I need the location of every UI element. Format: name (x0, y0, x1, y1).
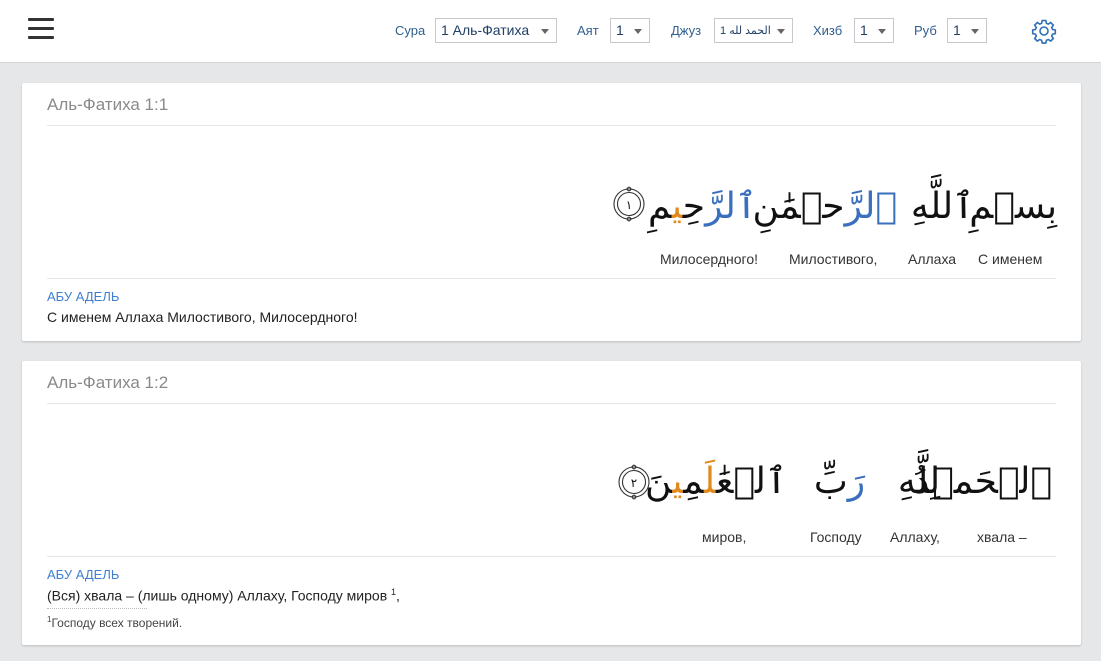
chevron-down-icon (971, 29, 979, 34)
ayah-number: ٢ (631, 476, 637, 490)
arabic-word: ٱللَّهِ (910, 186, 975, 227)
word-alhamdu[interactable]: ٱلۡحَمۡدُ (913, 460, 1052, 504)
word-rabbi[interactable]: رَبِّ (802, 460, 877, 504)
word-allah[interactable]: ٱللَّهِ (910, 185, 975, 229)
ayah-end-icon: ٢ (618, 464, 650, 500)
rub-label: Руб (914, 23, 937, 38)
word-rahim[interactable]: ٱلرَّحِيمِ (647, 185, 757, 229)
arabic-word: ٱلرَّحۡمَٰنِ (752, 186, 897, 227)
surah-label: Сура (395, 23, 426, 38)
verse-card: Аль-Фатиха 1:2 ٱلۡحَمۡدُ хвала – لِلَّهِ… (22, 361, 1081, 645)
ayah-select-value: 1 (616, 22, 624, 38)
translation-body: (Вся) хвала – (лишь одному) Аллаху, Госп… (47, 587, 388, 604)
footnote: 1Господу всех творений. (47, 615, 182, 630)
top-bar: Сура 1 Аль-Фатиха Аят 1 Джуз 1 الحمد لله… (0, 0, 1101, 63)
word-lillahi[interactable]: لِلَّهِ (889, 460, 949, 504)
gear-icon[interactable] (1031, 18, 1057, 44)
word-translation: Аллаха (908, 251, 957, 267)
juz-label: Джуз (671, 23, 702, 38)
ayah-select[interactable]: 1 (610, 18, 650, 43)
chevron-down-icon (777, 29, 785, 34)
translation-tail: , (396, 587, 400, 604)
translation-text: (Вся) хвала – (лишь одному) Аллаху, Госп… (47, 587, 400, 604)
word-translation: Милосердного! (660, 251, 759, 267)
translator-link[interactable]: Абу Адель (47, 289, 119, 304)
word-translation: Аллаху, (890, 529, 940, 545)
divider (47, 556, 1056, 557)
chevron-down-icon (634, 29, 642, 34)
ayah-label: Аят (577, 23, 599, 38)
ayah-number: ١ (626, 198, 632, 212)
arabic-word: رَبِّ (813, 461, 866, 502)
scrollbar[interactable] (1097, 64, 1101, 661)
rub-select[interactable]: 1 (947, 18, 987, 43)
hizb-label: Хизб (813, 23, 843, 38)
divider (47, 403, 1056, 404)
juz-select-value: 1 الحمد لله (720, 25, 771, 37)
word-translation: хвала – (977, 529, 1027, 545)
word-translation: миров, (702, 529, 747, 545)
ayah-end-icon: ١ (613, 186, 645, 222)
arabic-word: بِسۡمِ (969, 186, 1057, 227)
verse-title: Аль-Фатиха 1:2 (47, 373, 169, 392)
word-translation: С именем (978, 251, 1043, 267)
rub-select-value: 1 (953, 22, 961, 38)
word-bismi[interactable]: بِسۡمِ (969, 185, 1057, 229)
surah-select-value: 1 Аль-Фатиха (441, 22, 530, 38)
translator-link[interactable]: Абу Адель (47, 567, 119, 582)
footnote-text: Господу всех творений. (51, 616, 183, 630)
hizb-select[interactable]: 1 (854, 18, 894, 43)
word-alamin[interactable]: ٱلۡعَٰلَمِينَ (644, 460, 787, 504)
arabic-word: ٱلرَّحِيمِ (647, 186, 757, 227)
word-translation: Милостивого, (789, 251, 878, 267)
juz-select[interactable]: 1 الحمد لله (714, 18, 793, 43)
word-translation: Господу (810, 529, 862, 545)
word-rahman[interactable]: ٱلرَّحۡمَٰنِ (752, 185, 897, 229)
arabic-word: ٱلۡحَمۡدُ (913, 461, 1052, 502)
arabic-word: لِلَّهِ (897, 461, 941, 502)
surah-select[interactable]: 1 Аль-Фатиха (435, 18, 557, 43)
chevron-down-icon (541, 29, 549, 34)
verse-card: Аль-Фатиха 1:1 بِسۡمِ С именем ٱللَّهِ А… (22, 83, 1081, 341)
arabic-word: ٱلۡعَٰلَمِينَ (644, 461, 787, 502)
translation-text: С именем Аллаха Милостивого, Милосердног… (47, 309, 358, 325)
chevron-down-icon (878, 29, 886, 34)
hizb-select-value: 1 (860, 22, 868, 38)
divider (47, 125, 1056, 126)
verse-title: Аль-Фатиха 1:1 (47, 95, 169, 114)
divider (47, 278, 1056, 279)
hamburger-menu-icon[interactable] (28, 18, 54, 40)
footnote-divider (47, 608, 147, 609)
